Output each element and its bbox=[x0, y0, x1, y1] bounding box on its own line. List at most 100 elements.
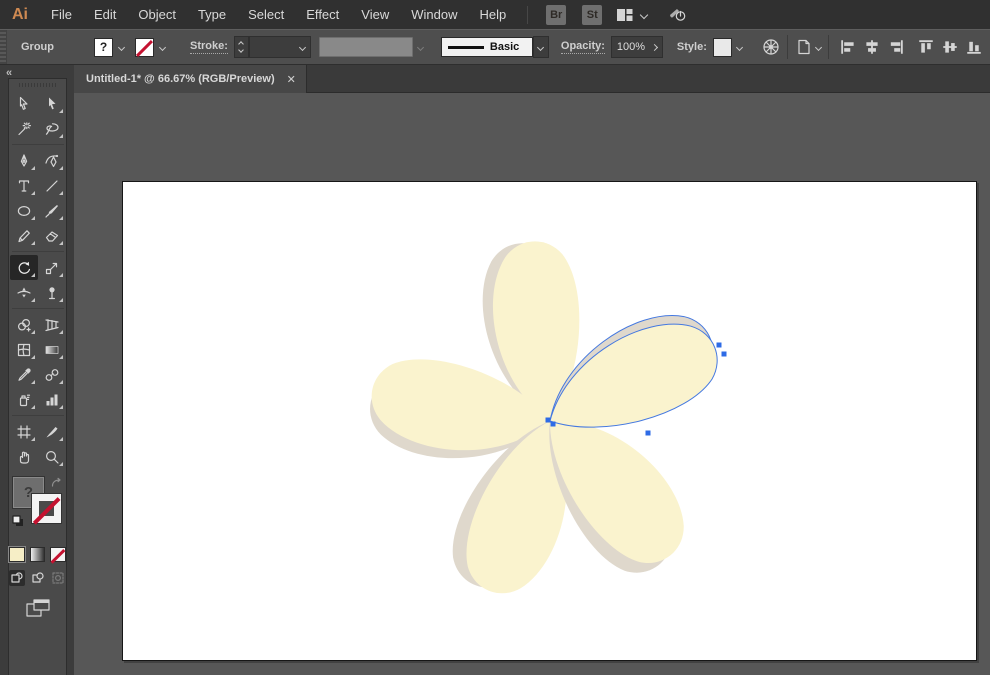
align-center-button[interactable] bbox=[860, 35, 884, 59]
chevron-down-icon bbox=[158, 43, 166, 51]
panel-grip[interactable] bbox=[19, 81, 56, 88]
document-title: Untitled-1* @ 66.67% (RGB/Preview) bbox=[86, 73, 275, 85]
close-tab-button[interactable]: ✕ bbox=[287, 73, 296, 86]
menu-object[interactable]: Object bbox=[127, 0, 187, 29]
menubar-separator bbox=[527, 5, 529, 24]
swap-fill-stroke-button[interactable] bbox=[50, 477, 63, 495]
color-swatch-button[interactable] bbox=[8, 546, 26, 563]
workspace-switcher[interactable] bbox=[616, 7, 649, 23]
illustrator-window: Ai File Edit Object Type Select Effect V… bbox=[0, 0, 990, 675]
stroke-none-swatch[interactable] bbox=[135, 37, 154, 57]
valign-top-button[interactable] bbox=[914, 35, 938, 59]
collapse-panel-button[interactable]: « bbox=[0, 65, 74, 79]
isolate-object-button[interactable] bbox=[795, 38, 822, 56]
style-dropdown[interactable] bbox=[732, 38, 748, 57]
menu-edit[interactable]: Edit bbox=[83, 0, 127, 29]
slice-tool[interactable] bbox=[38, 419, 66, 444]
column-graph-tool[interactable] bbox=[38, 387, 66, 412]
scale-tool[interactable] bbox=[38, 255, 66, 280]
none-swatch-button[interactable] bbox=[50, 547, 67, 562]
change-screen-mode-button[interactable] bbox=[9, 598, 66, 620]
selection-tool[interactable] bbox=[10, 91, 38, 116]
draw-behind-button[interactable] bbox=[30, 570, 46, 586]
fill-dropdown[interactable] bbox=[113, 38, 129, 57]
mesh-tool[interactable] bbox=[10, 337, 38, 362]
paint-style-buttons bbox=[8, 546, 67, 563]
gradient-swatch-button[interactable] bbox=[29, 547, 46, 562]
zoom-tool[interactable] bbox=[38, 444, 66, 469]
controlbar-grip[interactable] bbox=[0, 30, 7, 64]
symbol-sprayer-tool[interactable] bbox=[10, 387, 38, 412]
chevron-right-icon bbox=[650, 43, 658, 51]
width-tool[interactable] bbox=[10, 280, 38, 305]
canvas[interactable] bbox=[74, 93, 990, 675]
perspective-grid-tool[interactable] bbox=[38, 312, 66, 337]
stock-button[interactable]: St bbox=[582, 4, 603, 25]
share-screen-button[interactable] bbox=[667, 6, 687, 24]
menu-type[interactable]: Type bbox=[187, 0, 237, 29]
recolor-artwork-button[interactable] bbox=[762, 38, 780, 56]
app-logo: Ai bbox=[12, 5, 28, 23]
align-left-button[interactable] bbox=[836, 35, 860, 59]
artboard-tool[interactable] bbox=[10, 419, 38, 444]
style-swatch[interactable] bbox=[712, 37, 732, 57]
valign-bottom-button[interactable] bbox=[962, 35, 986, 59]
menu-effect[interactable]: Effect bbox=[295, 0, 350, 29]
menu-window[interactable]: Window bbox=[400, 0, 468, 29]
stroke-indicator[interactable] bbox=[31, 493, 62, 524]
flower-artwork[interactable] bbox=[74, 93, 990, 675]
direct-selection-tool[interactable] bbox=[38, 91, 66, 116]
hand-tool[interactable] bbox=[10, 444, 38, 469]
blend-tool[interactable] bbox=[38, 362, 66, 387]
menu-view[interactable]: View bbox=[350, 0, 400, 29]
document-tab[interactable]: Untitled-1* @ 66.67% (RGB/Preview) ✕ bbox=[74, 65, 307, 93]
valign-middle-button[interactable] bbox=[938, 35, 962, 59]
opacity-combo[interactable]: 100% bbox=[610, 36, 663, 58]
default-fill-stroke-button[interactable] bbox=[11, 514, 25, 533]
bridge-button[interactable]: Br bbox=[546, 4, 567, 25]
brush-dropdown[interactable] bbox=[532, 36, 549, 58]
align-right-button[interactable] bbox=[884, 35, 908, 59]
puppet-warp-tool[interactable] bbox=[38, 280, 66, 305]
document-tab-bar: Untitled-1* @ 66.67% (RGB/Preview) ✕ bbox=[74, 65, 990, 93]
menu-file[interactable]: File bbox=[40, 0, 83, 29]
bar-chart-icon bbox=[46, 394, 57, 405]
brush-stroke-preview bbox=[447, 45, 484, 49]
line-segment-tool[interactable] bbox=[38, 173, 66, 198]
eyedropper-tool[interactable] bbox=[10, 362, 38, 387]
draw-normal-icon bbox=[11, 572, 23, 583]
ellipse-tool[interactable] bbox=[10, 198, 38, 223]
draw-normal-button[interactable] bbox=[9, 570, 25, 586]
pen-tool[interactable] bbox=[10, 148, 38, 173]
style-label: Style: bbox=[676, 41, 707, 53]
stroke-width-combo[interactable] bbox=[248, 36, 311, 58]
menu-help[interactable]: Help bbox=[468, 0, 517, 29]
paintbrush-tool[interactable] bbox=[38, 198, 66, 223]
eraser-tool[interactable] bbox=[38, 223, 66, 248]
pencil-tool[interactable] bbox=[10, 223, 38, 248]
magic-wand-icon bbox=[17, 121, 31, 135]
chevron-down-icon bbox=[814, 43, 822, 51]
fill-swatch[interactable]: ? bbox=[94, 37, 113, 57]
rotate-tool[interactable] bbox=[9, 255, 38, 280]
share-screen-icon bbox=[670, 8, 686, 21]
opacity-label[interactable]: Opacity: bbox=[560, 40, 605, 54]
type-icon bbox=[18, 179, 29, 192]
screen-mode-icon bbox=[25, 599, 50, 617]
gradient-tool[interactable] bbox=[38, 337, 66, 362]
eraser-icon bbox=[45, 230, 58, 242]
scale-icon bbox=[45, 262, 57, 274]
curvature-tool[interactable] bbox=[38, 148, 66, 173]
menu-select[interactable]: Select bbox=[237, 0, 295, 29]
type-tool[interactable] bbox=[10, 173, 38, 198]
stroke-width-stepper[interactable] bbox=[233, 36, 249, 58]
draw-inside-icon bbox=[52, 572, 64, 584]
stroke-label[interactable]: Stroke: bbox=[190, 40, 228, 54]
stroke-color-dropdown[interactable] bbox=[154, 38, 170, 57]
brush-definition-combo[interactable]: Basic bbox=[440, 37, 533, 57]
align-center-icon bbox=[866, 40, 878, 54]
magic-wand-tool[interactable] bbox=[10, 116, 38, 141]
lasso-tool[interactable] bbox=[38, 116, 66, 141]
shape-builder-tool[interactable] bbox=[10, 312, 38, 337]
default-swatches-icon bbox=[12, 515, 23, 526]
